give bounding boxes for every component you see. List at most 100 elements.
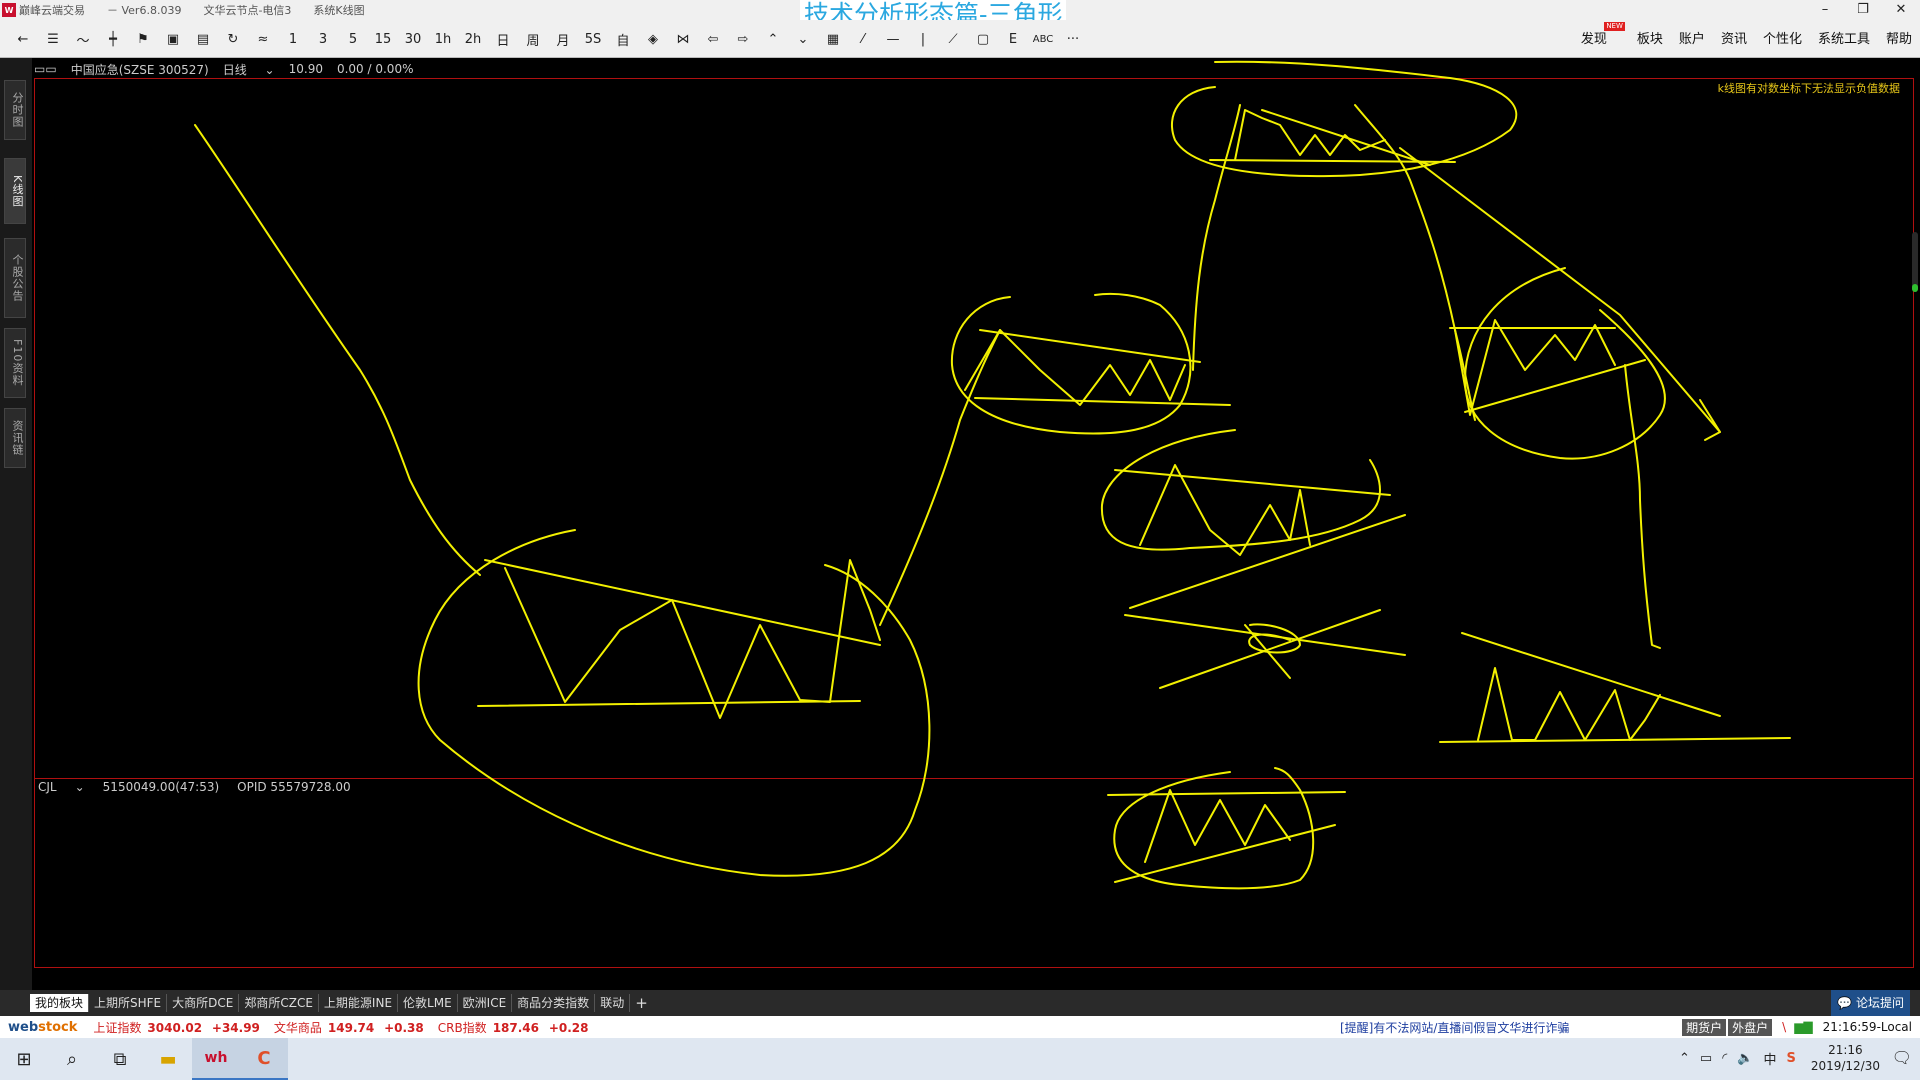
volume-icon[interactable]: 🔈 bbox=[1737, 1051, 1753, 1066]
notification-icon[interactable]: 🗨 bbox=[1892, 1048, 1912, 1067]
volume-info-bar: CJL ⌄ 5150049.00(47:53) OPID 55579728.00 bbox=[38, 780, 369, 794]
rect-icon[interactable]: ▢ bbox=[968, 26, 998, 52]
kline-chart-area[interactable] bbox=[34, 78, 1914, 968]
more-button[interactable]: ··· bbox=[1058, 26, 1088, 52]
eye-icon[interactable]: ◈ bbox=[638, 26, 668, 52]
period-day[interactable]: 日 bbox=[488, 26, 518, 52]
file-explorer-icon[interactable]: ▬ bbox=[144, 1038, 192, 1080]
period-month[interactable]: 月 bbox=[548, 26, 578, 52]
menu-help[interactable]: 帮助 bbox=[1886, 28, 1912, 47]
tab-my-sectors[interactable]: 我的板块 bbox=[30, 994, 90, 1012]
search-icon[interactable]: ⌕ bbox=[48, 1038, 96, 1080]
index-value: 187.46 bbox=[492, 1020, 539, 1035]
index-change: +0.38 bbox=[384, 1020, 424, 1035]
hourglass-icon[interactable]: ⋈ bbox=[668, 26, 698, 52]
tab-ine[interactable]: 上期能源INE bbox=[319, 994, 399, 1012]
text-tool[interactable]: ABC bbox=[1028, 26, 1058, 52]
period-2h[interactable]: 2h bbox=[458, 26, 488, 52]
arrow-left-icon[interactable]: ← bbox=[8, 26, 38, 52]
tab-announcements[interactable]: 个股公告 bbox=[4, 238, 26, 318]
pencil-icon[interactable]: ⁄ bbox=[848, 26, 878, 52]
candle-icon[interactable]: ┿ bbox=[98, 26, 128, 52]
menu-news[interactable]: 资讯 bbox=[1721, 28, 1747, 47]
refresh-icon[interactable]: ↻ bbox=[218, 26, 248, 52]
menu-system-tools[interactable]: 系统工具 bbox=[1818, 28, 1870, 47]
period-1[interactable]: 1 bbox=[278, 26, 308, 52]
tab-timeshare[interactable]: 分时图 bbox=[4, 80, 26, 140]
index-shanghai[interactable]: 上证指数 3040.02 +34.99 bbox=[93, 1019, 260, 1036]
compare-icon[interactable]: ≈ bbox=[248, 26, 278, 52]
close-button[interactable]: ✕ bbox=[1882, 0, 1920, 20]
fraud-notice[interactable]: [提醒]有不法网站/直播间假冒文华进行诈骗 bbox=[1340, 1019, 1569, 1036]
menu-personalize[interactable]: 个性化 bbox=[1763, 28, 1802, 47]
network-icon[interactable]: ◜ bbox=[1722, 1051, 1727, 1066]
period-5s[interactable]: 5S bbox=[578, 26, 608, 52]
recorder-app-icon[interactable]: C bbox=[240, 1038, 288, 1080]
period-15[interactable]: 15 bbox=[368, 26, 398, 52]
flag-icon[interactable]: ⚑ bbox=[128, 26, 158, 52]
sogou-icon[interactable]: S bbox=[1786, 1051, 1795, 1066]
menu-discover-label: 发现 bbox=[1580, 32, 1607, 47]
price-change: 0.00 / 0.00% bbox=[336, 62, 414, 76]
right-arrow-icon[interactable]: ⇨ bbox=[728, 26, 758, 52]
ray-icon[interactable]: ⟋ bbox=[938, 26, 968, 52]
period-5[interactable]: 5 bbox=[338, 26, 368, 52]
fib-icon[interactable]: Ε bbox=[998, 26, 1028, 52]
minimize-button[interactable]: – bbox=[1806, 0, 1844, 20]
wenhua-app-icon[interactable]: wh bbox=[192, 1038, 240, 1080]
index-value: 3040.02 bbox=[147, 1020, 203, 1035]
index-wenhua[interactable]: 文华商品 149.74 +0.38 bbox=[274, 1019, 424, 1036]
tab-commodity-index[interactable]: 商品分类指数 bbox=[512, 994, 596, 1012]
tab-shfe[interactable]: 上期所SHFE bbox=[89, 994, 168, 1012]
futures-account-button[interactable]: 期货户 bbox=[1682, 1018, 1727, 1036]
period-select[interactable]: 日线 ⌄ bbox=[223, 61, 275, 78]
windows-start-icon[interactable]: ⊞ bbox=[0, 1038, 48, 1080]
down-chevron-icon[interactable]: ⌄ bbox=[788, 26, 818, 52]
restore-button[interactable]: ❐ bbox=[1844, 0, 1882, 20]
volume-indicator-select[interactable]: CJL ⌄ bbox=[38, 780, 85, 794]
board-icon[interactable]: ▣ bbox=[158, 26, 188, 52]
left-arrow-icon[interactable]: ⇦ bbox=[698, 26, 728, 52]
menu-account[interactable]: 账户 bbox=[1679, 28, 1705, 47]
task-view-icon[interactable]: ⧉ bbox=[96, 1038, 144, 1080]
tray-chevron-icon[interactable]: ⌃ bbox=[1679, 1051, 1690, 1066]
system-clock[interactable]: 21:16 2019/12/30 bbox=[1811, 1042, 1880, 1074]
period-week[interactable]: 周 bbox=[518, 26, 548, 52]
index-crb[interactable]: CRB指数 187.46 +0.28 bbox=[438, 1019, 589, 1036]
tab-dce[interactable]: 大商所DCE bbox=[167, 994, 240, 1012]
tab-linkage[interactable]: 联动 bbox=[595, 994, 631, 1012]
app-version: － Ver6.8.039 bbox=[107, 4, 182, 17]
tab-lme[interactable]: 伦敦LME bbox=[398, 994, 458, 1012]
vline-icon[interactable]: | bbox=[908, 26, 938, 52]
period-custom[interactable]: 自 bbox=[608, 26, 638, 52]
tab-kline[interactable]: K线图 bbox=[4, 158, 26, 224]
add-tab-button[interactable]: + bbox=[630, 994, 653, 1012]
tab-czce[interactable]: 郑商所CZCE bbox=[239, 994, 319, 1012]
menu-sector[interactable]: 板块 bbox=[1637, 28, 1663, 47]
vertical-scrollbar[interactable] bbox=[1912, 232, 1918, 292]
symbol-label[interactable]: 中国应急(SZSE 300527) bbox=[71, 61, 209, 78]
grid-icon[interactable]: ▦ bbox=[818, 26, 848, 52]
ime-icon[interactable]: 中 bbox=[1763, 1049, 1776, 1068]
left-tab-strip: 分时图 K线图 个股公告 F10资料 资讯链 bbox=[0, 58, 32, 990]
window-controls: – ❐ ✕ bbox=[1806, 0, 1920, 20]
index-name: 上证指数 bbox=[93, 1020, 142, 1035]
foreign-account-button[interactable]: 外盘户 bbox=[1728, 1018, 1773, 1036]
line-chart-icon[interactable]: 〜 bbox=[68, 26, 98, 52]
period-1h[interactable]: 1h bbox=[428, 26, 458, 52]
up-chevron-icon[interactable]: ⌃ bbox=[758, 26, 788, 52]
chart-settings-icon[interactable]: ▭▭ bbox=[34, 62, 57, 76]
tab-f10[interactable]: F10资料 bbox=[4, 328, 26, 398]
period-30[interactable]: 30 bbox=[398, 26, 428, 52]
save-icon[interactable]: ▤ bbox=[188, 26, 218, 52]
tab-news-chain[interactable]: 资讯链 bbox=[4, 408, 26, 468]
forum-button[interactable]: 💬 论坛提问 bbox=[1831, 990, 1910, 1016]
list-icon[interactable]: ☰ bbox=[38, 26, 68, 52]
hline-icon[interactable]: — bbox=[878, 26, 908, 52]
menu-discover[interactable]: 发现 NEW bbox=[1580, 22, 1625, 47]
battery-icon[interactable]: ▭ bbox=[1700, 1051, 1712, 1066]
period-3[interactable]: 3 bbox=[308, 26, 338, 52]
tab-ice[interactable]: 欧洲ICE bbox=[458, 994, 513, 1012]
connection-icon: ▆▇ bbox=[1794, 1020, 1813, 1034]
chart-divider[interactable] bbox=[34, 778, 1914, 779]
